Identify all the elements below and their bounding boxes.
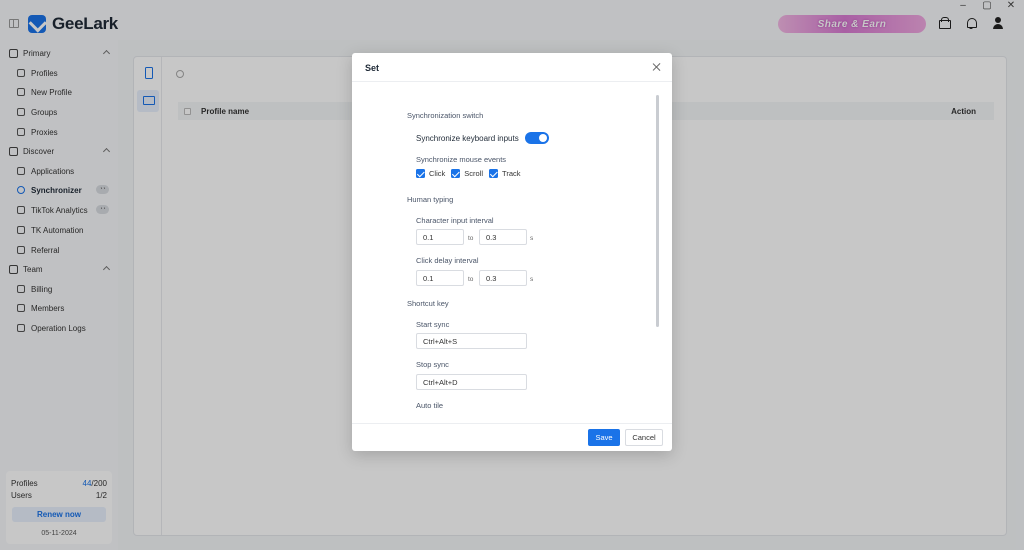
checkbox-track[interactable]: Track — [489, 169, 521, 178]
sync-keyboard-toggle[interactable] — [524, 132, 549, 144]
stop-sync-input[interactable] — [416, 374, 527, 390]
shortcut-section-title: Shortcut key — [407, 299, 449, 308]
dialog-header: Set — [352, 53, 672, 82]
unit-label: s — [530, 235, 534, 242]
mouse-events-checkboxes: Click Scroll Track — [416, 169, 521, 178]
click-delay-min-input[interactable] — [416, 270, 464, 286]
click-delay-label: Click delay interval — [416, 256, 479, 265]
char-interval-min-input[interactable] — [416, 229, 464, 245]
checkbox-label: Scroll — [464, 169, 484, 178]
char-interval-max-input[interactable] — [479, 229, 527, 245]
checkbox-checked-icon[interactable] — [489, 169, 499, 178]
close-icon[interactable] — [652, 62, 662, 72]
to-label: to — [468, 235, 474, 242]
checkbox-label: Click — [429, 169, 446, 178]
char-interval-label: Character input interval — [416, 216, 494, 225]
stop-sync-label: Stop sync — [416, 360, 449, 369]
auto-tile-label: Auto tile — [416, 401, 444, 410]
checkbox-checked-icon[interactable] — [451, 169, 461, 178]
dialog-scrollbar[interactable] — [656, 95, 659, 327]
checkbox-checked-icon[interactable] — [416, 169, 425, 178]
sync-keyboard-label: Synchronize keyboard inputs — [416, 133, 519, 143]
to-label: to — [468, 276, 474, 283]
save-button[interactable]: Save — [588, 429, 620, 446]
start-sync-label: Start sync — [416, 320, 450, 329]
dialog-title: Set — [365, 63, 380, 73]
dialog-body[interactable]: Synchronization switch Synchronize keybo… — [352, 83, 672, 423]
checkbox-scroll[interactable]: Scroll — [451, 169, 483, 178]
human-typing-title: Human typing — [407, 195, 454, 204]
settings-dialog: Set Synchronization switch Synchronize k… — [352, 53, 672, 451]
checkbox-click[interactable]: Click — [416, 169, 445, 178]
unit-label: s — [530, 276, 534, 283]
dialog-footer: Save Cancel — [352, 423, 672, 451]
sync-section-title: Synchronization switch — [407, 111, 484, 120]
cancel-button[interactable]: Cancel — [625, 429, 663, 446]
sync-mouse-label: Synchronize mouse events — [416, 155, 507, 164]
sync-keyboard-row: Synchronize keyboard inputs — [416, 132, 549, 144]
click-delay-max-input[interactable] — [479, 270, 527, 286]
start-sync-input[interactable] — [416, 333, 527, 349]
checkbox-label: Track — [502, 169, 521, 178]
